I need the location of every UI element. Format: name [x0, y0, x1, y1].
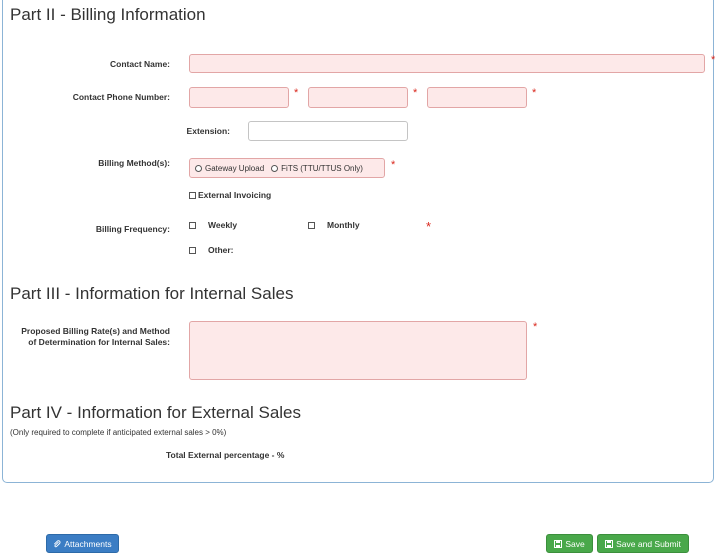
total-external-percentage: Total External percentage - % — [166, 450, 285, 460]
required-star: * — [391, 159, 396, 171]
phone-line-input[interactable] — [427, 87, 527, 108]
extension-label: Extension: — [186, 126, 230, 136]
external-invoicing-label: External Invoicing — [198, 190, 272, 200]
required-star: * — [711, 54, 716, 66]
part4-title: Part IV - Information for External Sales — [10, 403, 302, 422]
required-star: * — [426, 219, 432, 234]
fits-label: FiTS (TTU/TTUS Only) — [281, 163, 363, 173]
gateway-upload-label: Gateway Upload — [205, 163, 265, 173]
billing-frequency-label: Billing Frequency: — [95, 224, 170, 234]
other-label: Other: — [208, 245, 234, 255]
contact-name-label: Contact Name: — [110, 59, 170, 69]
save-label: Save — [565, 538, 585, 549]
rate-label: Proposed Billing Rate(s) and Method of D… — [0, 326, 170, 348]
contact-name-input[interactable] — [189, 54, 705, 73]
weekly-label: Weekly — [208, 220, 238, 230]
required-star: * — [532, 87, 537, 99]
part4-note: (Only required to complete if anticipate… — [10, 428, 227, 437]
weekly-option: Weekly — [189, 220, 237, 230]
gateway-upload-radio[interactable] — [195, 164, 202, 172]
paperclip-icon — [53, 539, 61, 548]
billing-method-group: Gateway Upload FiTS (TTU/TTUS Only) — [189, 158, 385, 178]
part3-title: Part III - Information for Internal Sale… — [10, 284, 294, 303]
floppy-disk-icon — [605, 539, 614, 548]
external-invoicing-option: External Invoicing — [189, 190, 271, 200]
rate-label-line1: Proposed Billing Rate(s) and Method — [21, 326, 170, 336]
weekly-checkbox[interactable] — [189, 221, 196, 229]
monthly-label: Monthly — [327, 220, 360, 230]
fits-radio[interactable] — [271, 164, 279, 172]
phone-prefix-input[interactable] — [308, 87, 408, 108]
extension-input[interactable] — [248, 121, 408, 141]
contact-phone-label: Contact Phone Number: — [72, 92, 170, 102]
required-star: * — [294, 87, 299, 99]
required-star: * — [533, 321, 538, 333]
monthly-option: Monthly — [308, 220, 360, 230]
save-button[interactable]: Save — [546, 534, 593, 553]
rate-textarea[interactable] — [189, 321, 527, 380]
part2-title: Part II - Billing Information — [10, 5, 206, 24]
billing-method-label: Billing Method(s): — [98, 158, 170, 168]
attachments-label: Attachments — [64, 538, 112, 549]
other-checkbox[interactable] — [189, 246, 196, 254]
save-and-submit-label: Save and Submit — [616, 538, 681, 549]
save-and-submit-button[interactable]: Save and Submit — [597, 534, 689, 553]
floppy-disk-icon — [554, 539, 563, 548]
external-invoicing-checkbox[interactable] — [189, 191, 196, 199]
other-option: Other: — [189, 245, 234, 255]
rate-label-line2: of Determination for Internal Sales: — [28, 337, 170, 347]
required-star: * — [413, 87, 418, 99]
attachments-button[interactable]: Attachments — [46, 534, 119, 553]
monthly-checkbox[interactable] — [308, 221, 315, 229]
phone-area-code-input[interactable] — [189, 87, 289, 108]
